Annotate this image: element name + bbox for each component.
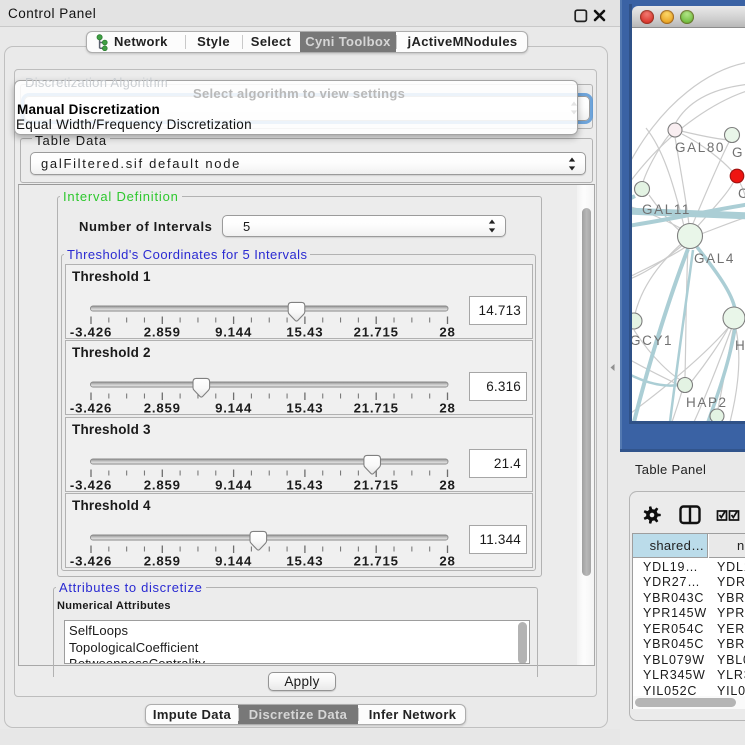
svg-text:21.715: 21.715 <box>354 400 399 415</box>
svg-text:9.144: 9.144 <box>215 324 252 339</box>
svg-text:21.715: 21.715 <box>354 324 399 339</box>
svg-text:2.859: 2.859 <box>144 553 181 568</box>
svg-text:9.144: 9.144 <box>215 553 252 568</box>
svg-text:28: 28 <box>439 553 455 568</box>
svg-text:GCY1: GCY1 <box>632 333 673 348</box>
svg-text:28: 28 <box>439 477 455 492</box>
svg-text:G.: G. <box>732 145 745 160</box>
svg-text:GAL80: GAL80 <box>675 140 725 155</box>
svg-text:-3.426: -3.426 <box>70 324 112 339</box>
svg-text:C: C <box>738 186 745 201</box>
svg-text:GAL4: GAL4 <box>694 251 735 266</box>
svg-text:-3.426: -3.426 <box>70 553 112 568</box>
svg-text:9.144: 9.144 <box>215 400 252 415</box>
svg-text:28: 28 <box>439 324 455 339</box>
svg-text:2.859: 2.859 <box>144 400 181 415</box>
svg-text:15.43: 15.43 <box>286 400 323 415</box>
svg-text:-3.426: -3.426 <box>70 477 112 492</box>
svg-text:H: H <box>735 338 745 353</box>
svg-text:15.43: 15.43 <box>286 477 323 492</box>
svg-text:-3.426: -3.426 <box>70 400 112 415</box>
svg-text:GAL11: GAL11 <box>642 202 691 217</box>
svg-text:9.144: 9.144 <box>215 477 252 492</box>
svg-text:28: 28 <box>439 400 455 415</box>
svg-text:2.859: 2.859 <box>144 324 181 339</box>
svg-text:15.43: 15.43 <box>286 324 323 339</box>
svg-text:21.715: 21.715 <box>354 477 399 492</box>
svg-text:21.715: 21.715 <box>354 553 399 568</box>
svg-text:HAP2: HAP2 <box>686 395 728 410</box>
svg-text:2.859: 2.859 <box>144 477 181 492</box>
svg-text:15.43: 15.43 <box>286 553 323 568</box>
